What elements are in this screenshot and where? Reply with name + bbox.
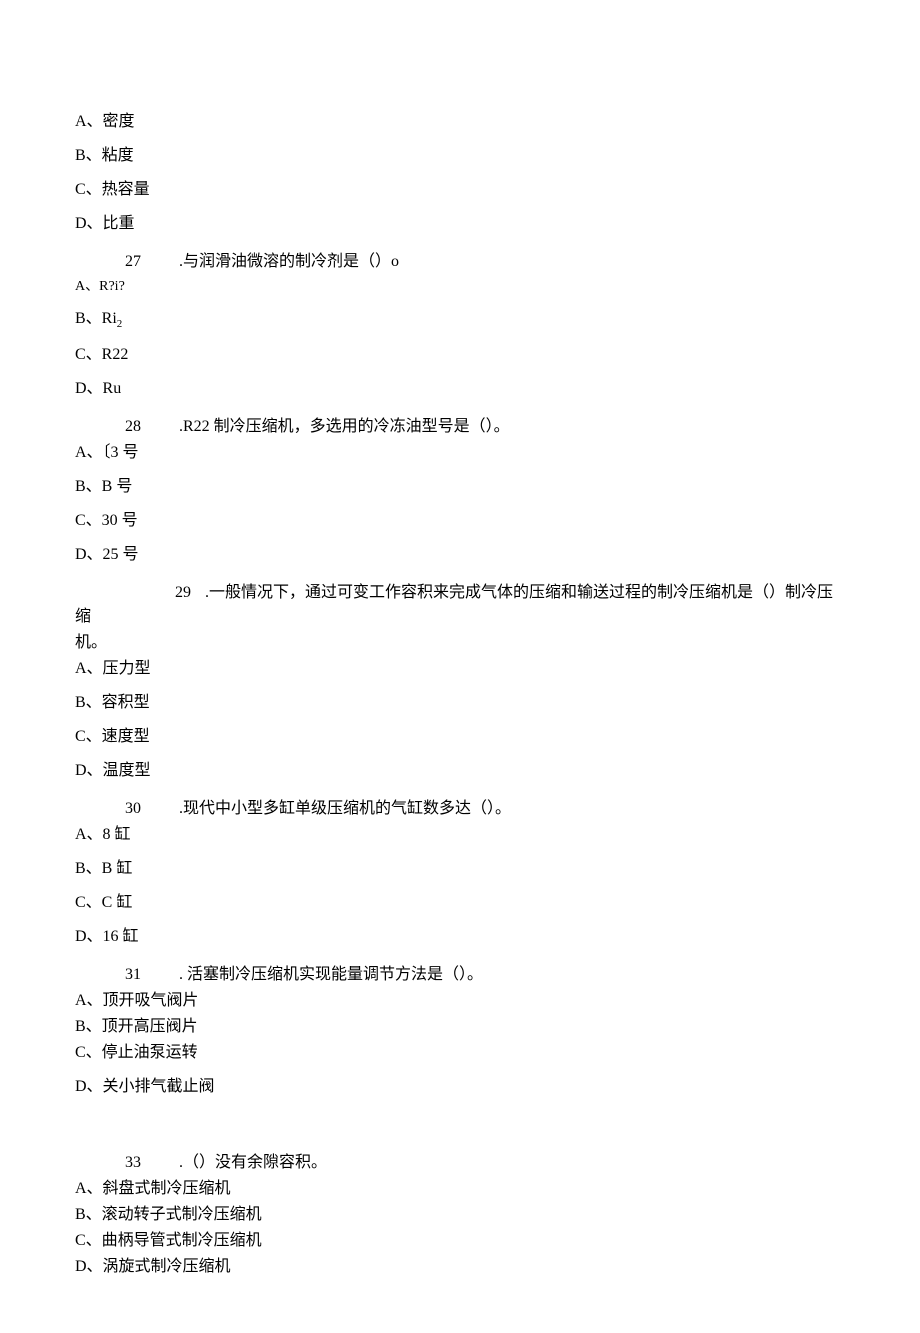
option-d: D、关小排气截止阀 [75,1075,845,1099]
option-a: A、R?i? [75,276,845,297]
question-text: .（）没有余隙容积。 [179,1154,327,1171]
option-b: B、B 号 [75,475,845,499]
question-text: .与润滑油微溶的制冷剂是（）o [179,253,399,270]
option-a: A、斜盘式制冷压缩机 [75,1177,845,1201]
question-number: 28 [125,415,155,439]
option-c: C、停止油泵运转 [75,1041,845,1065]
question-block-29: 29 .一般情况下，通过可变工作容积来完成气体的压缩和输送过程的制冷压缩机是（）… [75,581,845,783]
option-c: C、R22 [75,343,845,367]
question-stem: 27 .与润滑油微溶的制冷剂是（）o [75,250,845,274]
question-number: 30 [125,797,155,821]
option-c: C、曲柄导管式制冷压缩机 [75,1229,845,1253]
question-stem: 33 .（）没有余隙容积。 [75,1151,845,1175]
option-c: C、速度型 [75,725,845,749]
option-a: A、顶开吸气阀片 [75,989,845,1013]
option-d: D、25 号 [75,543,845,567]
option-a: A、8 缸 [75,823,845,847]
document-page: A、密度 B、粘度 C、热容量 D、比重 27 .与润滑油微溶的制冷剂是（）o … [0,0,920,1333]
question-number: 29 [125,581,191,605]
question-block-prev: A、密度 B、粘度 C、热容量 D、比重 [75,110,845,236]
question-text: .现代中小型多缸单级压缩机的气缸数多达（）。 [179,800,511,817]
option-a: A、〔3 号 [75,441,845,465]
question-block-30: 30 .现代中小型多缸单级压缩机的气缸数多达（）。 A、8 缸 B、B 缸 C、… [75,797,845,949]
option-d: D、涡旋式制冷压缩机 [75,1255,845,1279]
question-stem: 31 . 活塞制冷压缩机实现能量调节方法是（）。 [75,963,845,987]
question-stem: 30 .现代中小型多缸单级压缩机的气缸数多达（）。 [75,797,845,821]
option-c: C、热容量 [75,178,845,202]
question-text: . 活塞制冷压缩机实现能量调节方法是（）。 [179,966,483,983]
question-block-28: 28 .R22 制冷压缩机，多选用的冷冻油型号是（）。 A、〔3 号 B、B 号… [75,415,845,567]
option-d: D、温度型 [75,759,845,783]
option-d: D、Ru [75,377,845,401]
question-stem: 29 .一般情况下，通过可变工作容积来完成气体的压缩和输送过程的制冷压缩机是（）… [75,581,845,629]
option-b: B、容积型 [75,691,845,715]
question-block-27: 27 .与润滑油微溶的制冷剂是（）o A、R?i? B、Ri2 C、R22 D、… [75,250,845,401]
option-c: C、C 缸 [75,891,845,915]
option-b: B、顶开高压阀片 [75,1015,845,1039]
question-stem-continuation: 机。 [75,631,845,655]
gap [75,1113,845,1143]
question-text: .R22 制冷压缩机，多选用的冷冻油型号是（）。 [179,418,510,435]
question-number: 33 [125,1151,155,1175]
option-d: D、16 缸 [75,925,845,949]
question-number: 31 [125,963,155,987]
option-b: B、Ri2 [75,307,845,333]
question-block-33: 33 .（）没有余隙容积。 A、斜盘式制冷压缩机 B、滚动转子式制冷压缩机 C、… [75,1151,845,1279]
option-c: C、30 号 [75,509,845,533]
option-b: B、B 缸 [75,857,845,881]
option-b: B、粘度 [75,144,845,168]
option-b: B、滚动转子式制冷压缩机 [75,1203,845,1227]
option-d: D、比重 [75,212,845,236]
question-number: 27 [125,250,155,274]
question-stem: 28 .R22 制冷压缩机，多选用的冷冻油型号是（）。 [75,415,845,439]
option-a: A、压力型 [75,657,845,681]
option-a: A、密度 [75,110,845,134]
question-block-31: 31 . 活塞制冷压缩机实现能量调节方法是（）。 A、顶开吸气阀片 B、顶开高压… [75,963,845,1099]
